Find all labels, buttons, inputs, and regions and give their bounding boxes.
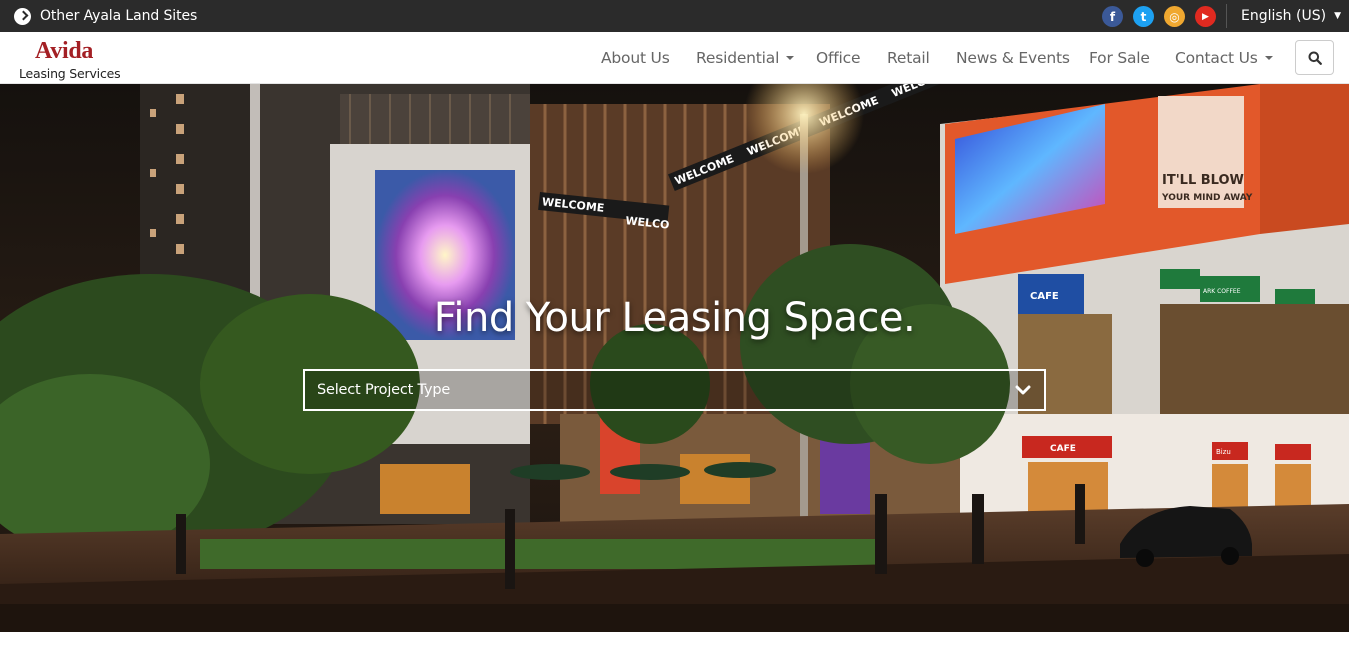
nav-item-contact-us[interactable]: Contact Us xyxy=(1175,32,1273,84)
billboard-text: IT'LL BLOW xyxy=(1162,173,1244,188)
language-label: English (US) xyxy=(1241,8,1327,24)
logo-brand: Avida xyxy=(35,38,94,64)
project-type-select-value: Select Project Type xyxy=(317,382,451,398)
nav-item-label: About Us xyxy=(601,49,670,67)
hero-title: Find Your Leasing Space. xyxy=(433,295,916,341)
search-icon xyxy=(1308,51,1322,65)
top-utility-bar: Other Ayala Land Sites f t ◎ ▶ English (… xyxy=(0,0,1349,32)
nav-item-residential[interactable]: Residential xyxy=(696,32,795,84)
chevron-down-icon xyxy=(1015,385,1031,395)
coffee-sign: ARK COFFEE xyxy=(1203,288,1241,295)
nav-item-news-events[interactable]: News & Events xyxy=(956,32,1070,84)
main-navbar: Avida Leasing Services About Us Resident… xyxy=(0,32,1349,84)
nav-item-label: Contact Us xyxy=(1175,49,1258,67)
twitter-icon[interactable]: t xyxy=(1133,6,1154,27)
hero-banner: WELCOME WELCO WELCOME WELCOME WELCOME WE… xyxy=(0,84,1349,632)
nav-item-retail[interactable]: Retail xyxy=(887,32,930,84)
caret-down-icon xyxy=(786,56,795,60)
caret-down-icon xyxy=(1264,56,1273,60)
language-selector[interactable]: English (US) ▼ xyxy=(1241,0,1341,32)
nav-item-office[interactable]: Office xyxy=(816,32,860,84)
cafe-sign: CAFE xyxy=(1050,444,1076,454)
facebook-icon[interactable]: f xyxy=(1102,6,1123,27)
store-sign: Bizu xyxy=(1216,448,1231,456)
other-sites-link[interactable]: Other Ayala Land Sites xyxy=(14,0,197,32)
caret-down-icon: ▼ xyxy=(1334,11,1341,21)
nav-item-label: Retail xyxy=(887,49,930,67)
other-sites-label: Other Ayala Land Sites xyxy=(40,8,198,24)
logo-subtitle: Leasing Services xyxy=(19,66,121,81)
social-links: f t ◎ ▶ xyxy=(1102,6,1216,27)
site-logo[interactable]: Avida Leasing Services xyxy=(19,36,121,82)
topbar-divider xyxy=(1226,4,1227,28)
nav-item-label: For Sale xyxy=(1089,49,1150,67)
project-type-select[interactable]: Select Project Type xyxy=(303,369,1046,411)
billboard-text: YOUR MIND AWAY xyxy=(1161,193,1253,203)
nav-item-label: Office xyxy=(816,49,861,67)
nav-item-about-us[interactable]: About Us xyxy=(601,32,670,84)
instagram-icon[interactable]: ◎ xyxy=(1164,6,1185,27)
youtube-icon[interactable]: ▶ xyxy=(1195,6,1216,27)
nav-item-label: Residential xyxy=(696,49,780,67)
hero-background-image: WELCOME WELCO WELCOME WELCOME WELCOME WE… xyxy=(0,84,1349,632)
nav-item-for-sale[interactable]: For Sale xyxy=(1089,32,1150,84)
chevron-right-circle-icon xyxy=(14,7,31,25)
search-button[interactable] xyxy=(1295,40,1334,75)
page-bottom-area xyxy=(0,632,1349,650)
nav-item-label: News & Events xyxy=(956,49,1070,67)
